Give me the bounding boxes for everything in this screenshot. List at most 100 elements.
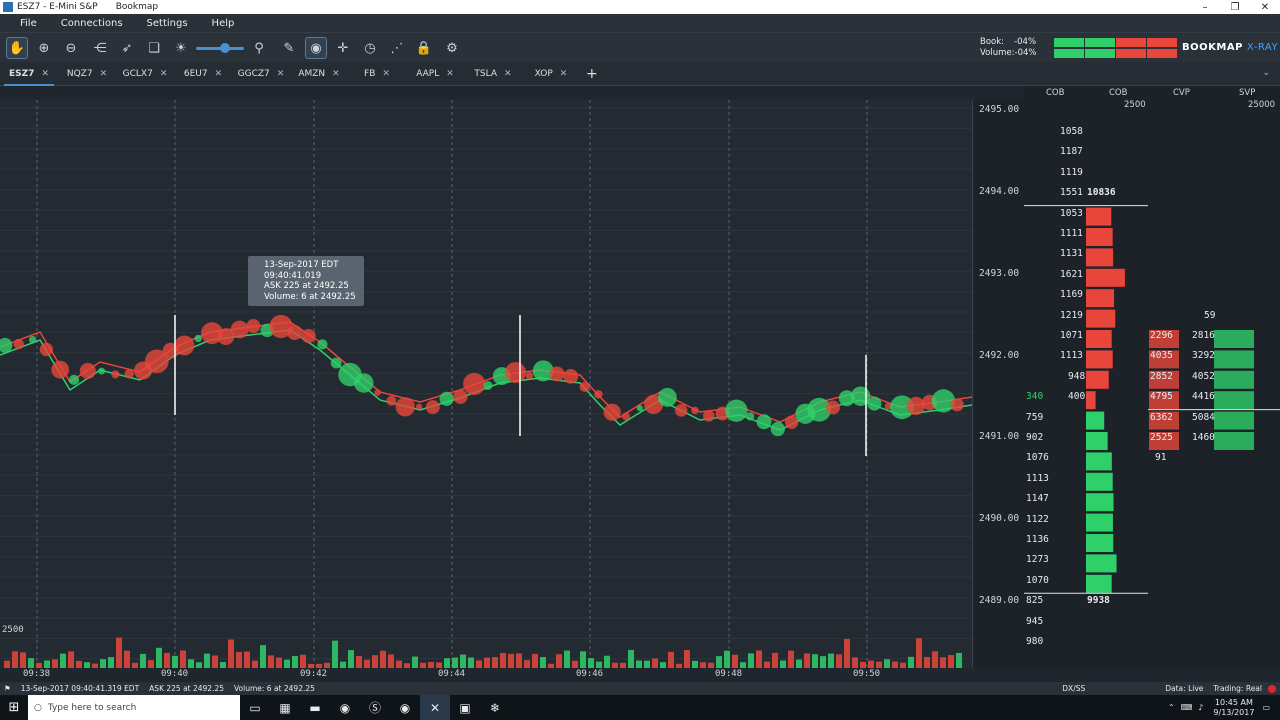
windows-start-icon[interactable]: ⊞ [0, 700, 28, 715]
link-icon[interactable]: ⚲ [248, 37, 270, 59]
book-size: 1058 [1060, 126, 1083, 137]
volume-bar [628, 649, 634, 668]
trade-bubble [622, 412, 630, 421]
volume-bar [60, 653, 66, 668]
lock-icon[interactable]: 🔒 [413, 37, 435, 59]
volume-bar [244, 651, 250, 668]
volume-bar [796, 659, 802, 668]
close-tab-icon[interactable]: ✕ [332, 69, 340, 79]
indicator-icon[interactable]: ⋰ [386, 37, 408, 59]
volume-bar [532, 653, 538, 668]
volume-bar [204, 653, 210, 668]
brightness-icon[interactable]: ☀ [170, 37, 192, 59]
volume-bar [348, 650, 354, 668]
book-size: 1219 [1060, 309, 1083, 321]
price-label: 2489.00 [979, 595, 1020, 606]
close-tab-icon[interactable]: ✕ [160, 69, 168, 79]
volume-icon[interactable]: ♪ [1198, 703, 1203, 712]
tab-fb[interactable]: FB ✕ [348, 62, 406, 86]
zoom-in-icon[interactable]: ⊕ [33, 37, 55, 59]
book-size: 1113 [1060, 350, 1083, 362]
volume-bar [300, 654, 306, 668]
menu-file[interactable]: File [0, 18, 49, 29]
pencil-icon[interactable]: ✎ [278, 37, 300, 59]
volume-bar [308, 663, 314, 668]
window-icon[interactable]: ▣ [450, 695, 480, 720]
task-view-icon[interactable]: ▭ [240, 695, 270, 720]
volume-bar [292, 656, 298, 668]
volume-value: -04% [1014, 48, 1037, 58]
gear-icon[interactable]: ⚙ [441, 37, 463, 59]
volume-bar [4, 660, 10, 668]
hand-tool-icon[interactable]: ✋ [6, 37, 28, 59]
maximize-button[interactable]: ❐ [1220, 2, 1250, 13]
menu-connections[interactable]: Connections [49, 18, 135, 29]
crosshair-icon[interactable]: ✛ [332, 37, 354, 59]
bid-depth-bar [1086, 452, 1112, 471]
settings-icon[interactable]: ❄ [480, 695, 510, 720]
menu-help[interactable]: Help [200, 18, 247, 29]
chrome-icon[interactable]: ◉ [390, 695, 420, 720]
status-bar: ⚑ 13-Sep-2017 09:40:41.319 EDT ASK 225 a… [0, 682, 1280, 695]
notifications-icon[interactable]: ▭ [1262, 703, 1270, 712]
tooltip-volume: Volume: 6 at 2492.25 [264, 291, 356, 302]
tab-amzn[interactable]: AMZN ✕ [290, 62, 348, 86]
add-tab-button[interactable]: + [586, 66, 598, 82]
minimize-button[interactable]: – [1190, 2, 1220, 13]
timer-icon[interactable]: ◷ [359, 37, 381, 59]
brand-suffix: X-RAY [1246, 42, 1279, 53]
network-icon[interactable]: ⌨ [1181, 703, 1193, 712]
brightness-slider[interactable] [196, 43, 244, 53]
close-button[interactable]: ✕ [1250, 2, 1280, 13]
tab-nqz7[interactable]: NQZ7 ✕ [58, 62, 116, 86]
close-tab-icon[interactable]: ✕ [277, 69, 285, 79]
volume-bar [500, 653, 506, 668]
volume-bar [364, 659, 370, 668]
layers-icon[interactable]: ❏ [143, 37, 165, 59]
menu-settings[interactable]: Settings [135, 18, 200, 29]
tab-6eu7[interactable]: 6EU7 ✕ [174, 62, 232, 86]
volume-bar [676, 663, 682, 668]
book-size: 825 [1026, 595, 1044, 607]
chat-icon[interactable]: ◉ [305, 37, 327, 59]
close-tab-icon[interactable]: ✕ [100, 69, 108, 79]
tab-aapl[interactable]: AAPL ✕ [406, 62, 464, 86]
skype-icon[interactable]: Ⓢ [360, 695, 390, 720]
zoom-out-icon[interactable]: ⊖ [60, 37, 82, 59]
slider-knob[interactable] [220, 43, 230, 53]
chrome-icon[interactable]: ◉ [330, 695, 360, 720]
close-tab-icon[interactable]: ✕ [382, 69, 390, 79]
file-explorer-icon[interactable]: ▬ [300, 695, 330, 720]
volume-bar [748, 653, 754, 668]
taskbar-search-input[interactable]: ○ Type here to search [28, 695, 240, 720]
taskbar-clock[interactable]: 10:45 AM 9/13/2017 [1213, 698, 1254, 718]
bookmap-taskbar-icon[interactable]: ✕ [420, 695, 450, 720]
tab-esz7[interactable]: ESZ7 ✕ [0, 62, 58, 86]
status-ask: ASK 225 at 2492.25 [149, 684, 224, 693]
chevron-up-icon[interactable]: ⌃ [1168, 703, 1175, 712]
volume-bar [556, 654, 562, 668]
close-tab-icon[interactable]: ✕ [560, 69, 568, 79]
share-icon[interactable]: ⋲ [89, 37, 111, 59]
rocket-icon[interactable]: ➶ [116, 37, 138, 59]
tab-tsla[interactable]: TSLA ✕ [464, 62, 522, 86]
calculator-icon[interactable]: ▦ [270, 695, 300, 720]
close-tab-icon[interactable]: ✕ [504, 69, 512, 79]
chevron-down-icon[interactable]: ⌄ [1262, 68, 1270, 78]
book-size: 3292 [1192, 350, 1215, 362]
status-timestamp: 13-Sep-2017 09:40:41.319 EDT [20, 684, 140, 693]
heatmap-chart[interactable]: 2500 [0, 100, 972, 668]
tab-xop[interactable]: XOP ✕ [522, 62, 580, 86]
book-size: 1119 [1060, 166, 1083, 178]
tab-ggcz7[interactable]: GGCZ7 ✕ [232, 62, 290, 86]
close-tab-icon[interactable]: ✕ [41, 69, 49, 79]
close-tab-icon[interactable]: ✕ [446, 69, 454, 79]
book-volume-bars [1054, 38, 1178, 60]
volume-bar [140, 653, 146, 668]
book-size: 945 [1026, 615, 1044, 627]
book-size: 2816 [1192, 330, 1215, 341]
tab-gclx7[interactable]: GCLX7 ✕ [116, 62, 174, 86]
trade-bubble [68, 374, 80, 386]
ask-depth-bar [1086, 350, 1113, 369]
close-tab-icon[interactable]: ✕ [215, 69, 223, 79]
